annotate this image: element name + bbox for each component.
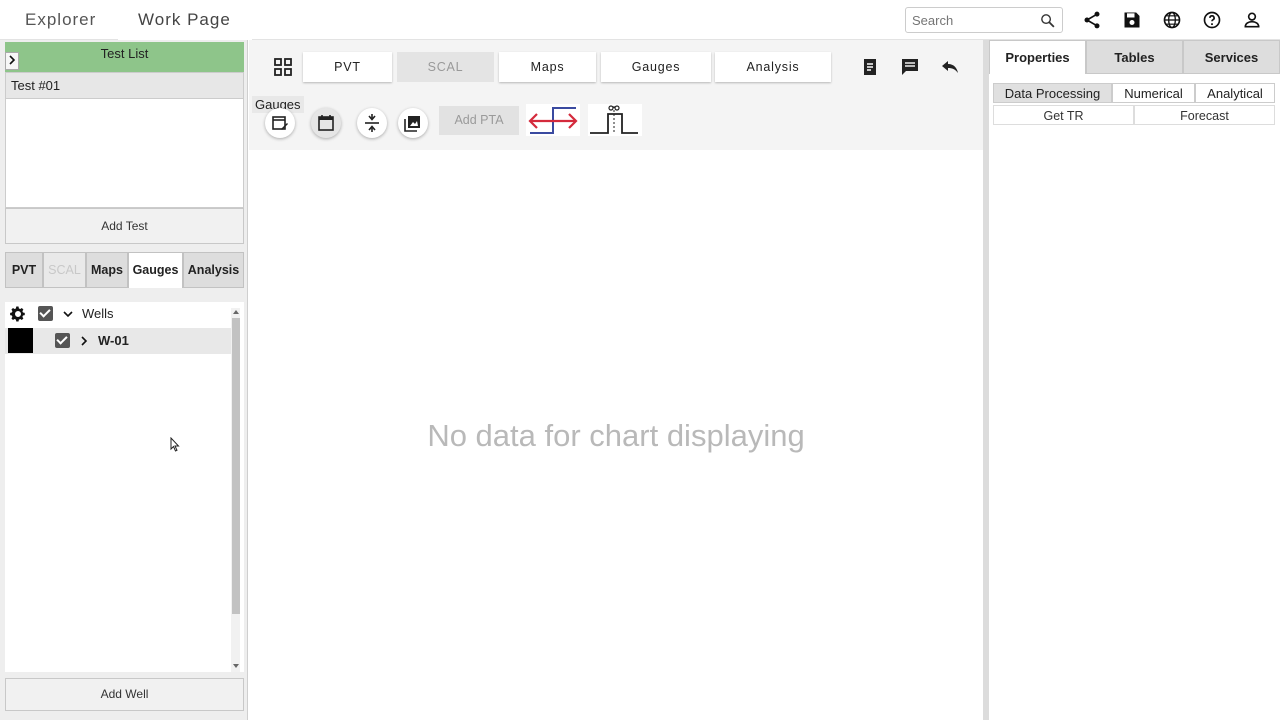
wells-tree: Wells W-01 [5, 302, 244, 672]
globe-icon[interactable] [1162, 10, 1182, 30]
scroll-down-icon[interactable] [232, 662, 240, 670]
tab-maps[interactable]: Maps [86, 252, 128, 288]
empty-chart-message: No data for chart displaying [427, 418, 805, 453]
image-library-icon [404, 116, 420, 132]
center-tab-pvt[interactable]: PVT [303, 52, 392, 82]
gear-icon[interactable] [9, 305, 27, 323]
tab-work-page[interactable]: Work Page [118, 0, 252, 40]
expand-panel-button[interactable] [5, 52, 19, 70]
center-toolbar: PVT SCAL Maps Gauges Analysis Gauges Add… [249, 40, 983, 150]
test-item[interactable]: Test #01 [6, 73, 243, 99]
comment-icon[interactable] [900, 57, 920, 77]
tab-services[interactable]: Services [1183, 40, 1280, 74]
tab-pvt[interactable]: PVT [5, 252, 43, 288]
test-list: Test #01 [5, 72, 244, 208]
tab-analysis[interactable]: Analysis [183, 252, 244, 288]
center-tab-maps[interactable]: Maps [499, 52, 596, 82]
grid-view-icon[interactable] [273, 57, 293, 77]
chevron-down-icon[interactable] [62, 308, 74, 320]
tree-scrollbar[interactable] [231, 308, 240, 672]
tab-scal: SCAL [43, 252, 86, 288]
tree-root-wells: Wells [5, 301, 231, 327]
tree-label-well: W-01 [98, 333, 129, 348]
add-test-button[interactable]: Add Test [5, 208, 244, 244]
search-input[interactable] [906, 8, 1031, 32]
well-checkbox[interactable] [55, 333, 70, 348]
tree-row-well[interactable]: W-01 [5, 328, 231, 354]
tree-label-wells: Wells [82, 306, 114, 321]
top-bar: Explorer Work Page [0, 0, 1280, 40]
edit-note-icon [272, 116, 288, 130]
center-tab-scal: SCAL [397, 52, 494, 82]
scroll-up-icon[interactable] [232, 308, 240, 316]
calendar-button[interactable] [311, 108, 341, 138]
tab-properties[interactable]: Properties [989, 40, 1086, 74]
mouse-cursor-icon [170, 437, 180, 452]
shift-arrows-icon[interactable] [526, 104, 580, 136]
well-color-swatch[interactable] [8, 328, 33, 353]
right-panel: Properties Tables Services Data Processi… [989, 40, 1280, 720]
search-box [905, 7, 1063, 33]
subtab-analytical[interactable]: Analytical [1195, 83, 1275, 103]
edit-calendar-button[interactable] [265, 108, 295, 138]
cut-step-icon[interactable] [588, 104, 642, 136]
chevron-right-icon [9, 55, 16, 65]
add-well-button[interactable]: Add Well [5, 678, 244, 711]
share-icon[interactable] [1082, 10, 1102, 30]
compress-button[interactable] [357, 108, 387, 138]
subtab-data-processing[interactable]: Data Processing [993, 83, 1112, 103]
tab-explorer[interactable]: Explorer [25, 0, 96, 40]
document-icon[interactable] [860, 57, 880, 77]
forecast-button[interactable]: Forecast [1134, 105, 1275, 125]
scroll-thumb[interactable] [232, 318, 240, 614]
get-tr-button[interactable]: Get TR [993, 105, 1134, 125]
test-list-header: Test List [5, 42, 244, 72]
left-panel: Test List Test #01 Add Test PVT SCAL Map… [0, 40, 248, 720]
tab-tables[interactable]: Tables [1086, 40, 1183, 74]
user-icon[interactable] [1242, 10, 1262, 30]
tab-gauges[interactable]: Gauges [128, 252, 183, 288]
help-icon[interactable] [1202, 10, 1222, 30]
left-tabs: PVT SCAL Maps Gauges Analysis [5, 252, 244, 288]
search-icon[interactable] [1039, 12, 1056, 29]
subtab-numerical[interactable]: Numerical [1112, 83, 1195, 103]
add-pta-button: Add PTA [439, 106, 519, 135]
center-tab-analysis[interactable]: Analysis [715, 52, 831, 82]
calendar-icon [318, 115, 334, 131]
save-icon[interactable] [1122, 10, 1142, 30]
images-button[interactable] [398, 108, 428, 138]
wells-checkbox[interactable] [38, 306, 53, 321]
compress-icon [365, 114, 379, 132]
undo-icon[interactable] [940, 57, 960, 77]
center-tab-gauges[interactable]: Gauges [601, 52, 711, 82]
chevron-right-icon[interactable] [78, 335, 90, 347]
work-area: PVT SCAL Maps Gauges Analysis Gauges Add… [249, 40, 983, 720]
